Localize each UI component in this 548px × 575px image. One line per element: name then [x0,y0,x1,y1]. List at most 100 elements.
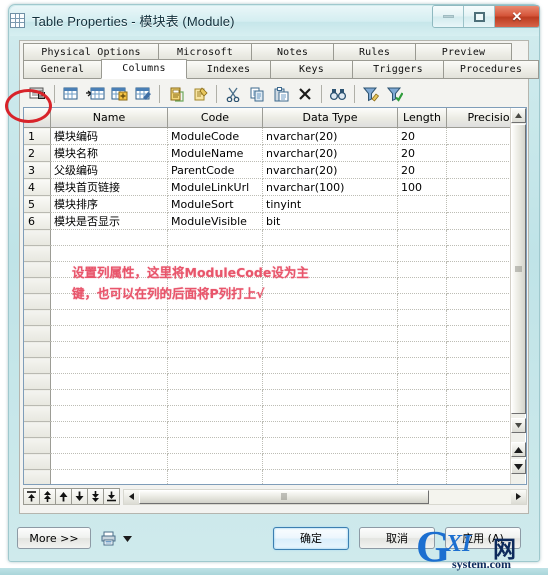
row-number[interactable] [24,293,51,310]
move-to-top-button[interactable] [23,488,40,505]
more-button[interactable]: More >> [17,527,91,549]
table-row[interactable] [24,309,526,326]
maximize-button[interactable] [464,6,495,27]
table-row[interactable] [24,405,526,422]
cell-empty[interactable] [262,405,398,422]
scroll-down-small-button[interactable] [511,418,526,433]
cell-empty[interactable] [167,309,263,326]
cell-code[interactable]: ModuleLinkUrl [167,178,263,196]
cell-empty[interactable] [262,389,398,406]
columns-grid[interactable]: Name Code Data Type Length Precisio 1 模块… [23,107,527,485]
row-number[interactable]: 2 [24,144,51,162]
cell-length[interactable] [397,212,447,230]
cell-code[interactable]: ModuleVisible [167,212,263,230]
table-row[interactable] [24,437,526,454]
cancel-button[interactable]: 取消 [359,527,435,549]
row-number[interactable]: 3 [24,161,51,179]
scroll-page-up-button[interactable] [511,442,526,457]
table-row[interactable]: 3 父级编码 ParentCode nvarchar(20) 20 [24,161,526,179]
cell-empty[interactable] [50,261,168,278]
cell-empty[interactable] [50,325,168,342]
cell-empty[interactable] [167,245,263,262]
cell-empty[interactable] [167,277,263,294]
row-number[interactable]: 5 [24,195,51,213]
move-down-button[interactable] [71,488,88,505]
row-number[interactable]: 4 [24,178,51,196]
cell-empty[interactable] [50,469,168,484]
cell-empty[interactable] [262,421,398,438]
cell-empty[interactable] [397,293,447,310]
column-properties-button[interactable] [26,83,50,105]
paste-definition-button[interactable] [188,83,212,105]
table-row[interactable] [24,357,526,374]
table-row[interactable] [24,341,526,358]
cell-empty[interactable] [167,437,263,454]
scroll-thumb[interactable] [511,124,526,414]
cell-length[interactable] [397,195,447,213]
add-row-button[interactable] [83,83,107,105]
row-number[interactable] [24,245,51,262]
cell-empty[interactable] [167,453,263,470]
table-row[interactable]: 1 模块编码 ModuleCode nvarchar(20) 20 [24,127,526,145]
cell-name[interactable]: 父级编码 [50,161,168,179]
cell-name[interactable]: 模块编码 [50,127,168,145]
cell-empty[interactable] [167,469,263,484]
cell-empty[interactable] [262,261,398,278]
cell-empty[interactable] [397,261,447,278]
cell-empty[interactable] [50,245,168,262]
filter-apply-button[interactable] [383,83,407,105]
cell-data-type[interactable]: nvarchar(20) [262,161,398,179]
grid-vertical-scrollbar[interactable] [510,108,526,484]
cell-data-type[interactable]: nvarchar(20) [262,127,398,145]
cell-empty[interactable] [262,357,398,374]
scroll-left-button[interactable] [124,489,139,504]
table-row[interactable]: 5 模块排序 ModuleSort tinyint [24,195,526,213]
cell-length[interactable]: 20 [397,127,447,145]
column-header-rownum[interactable] [24,108,51,128]
row-number[interactable] [24,229,51,246]
tab-procedures[interactable]: Procedures [443,60,539,79]
cell-empty[interactable] [397,245,447,262]
cell-empty[interactable] [397,373,447,390]
cell-empty[interactable] [397,277,447,294]
row-number[interactable] [24,421,51,438]
copy-definition-button[interactable] [164,83,188,105]
filter-edit-button[interactable] [359,83,383,105]
row-number[interactable] [24,373,51,390]
cell-empty[interactable] [50,341,168,358]
table-row[interactable] [24,469,526,484]
table-row[interactable] [24,277,526,294]
row-number[interactable] [24,389,51,406]
cell-empty[interactable] [262,341,398,358]
row-number[interactable] [24,357,51,374]
grid-horizontal-scrollbar[interactable] [123,488,527,505]
tab-keys[interactable]: Keys [270,60,353,79]
table-row[interactable] [24,325,526,342]
cell-empty[interactable] [397,341,447,358]
cell-name[interactable]: 模块首页链接 [50,178,168,196]
cell-empty[interactable] [167,357,263,374]
table-row[interactable] [24,293,526,310]
ok-button[interactable]: 确定 [273,526,349,550]
scroll-page-down-button[interactable] [511,459,526,474]
cell-empty[interactable] [167,341,263,358]
cell-empty[interactable] [262,309,398,326]
cut-button[interactable] [221,83,245,105]
cell-empty[interactable] [397,229,447,246]
table-row[interactable] [24,261,526,278]
cell-name[interactable]: 模块是否显示 [50,212,168,230]
cell-empty[interactable] [397,357,447,374]
table-row[interactable] [24,421,526,438]
cell-code[interactable]: ModuleName [167,144,263,162]
tab-columns[interactable]: Columns [101,59,187,79]
row-number[interactable] [24,309,51,326]
row-number[interactable] [24,261,51,278]
column-header-code[interactable]: Code [167,108,263,128]
cell-empty[interactable] [397,437,447,454]
row-number[interactable]: 1 [24,127,51,145]
move-up-multi-button[interactable] [39,488,56,505]
delete-button[interactable] [293,83,317,105]
cell-empty[interactable] [262,245,398,262]
move-down-multi-button[interactable] [87,488,104,505]
table-row[interactable] [24,229,526,246]
